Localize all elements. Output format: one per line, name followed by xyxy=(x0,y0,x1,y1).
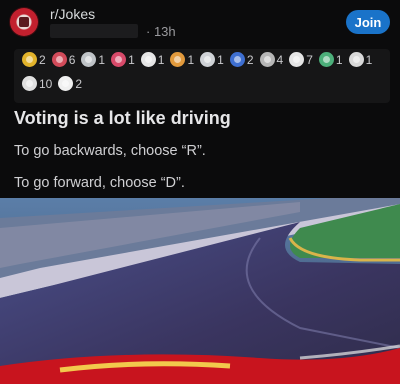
award-item[interactable]: 10 xyxy=(22,76,52,91)
award-count: 4 xyxy=(276,52,284,67)
award-count: 1 xyxy=(128,52,135,67)
face-icon xyxy=(58,76,74,91)
post-image[interactable] xyxy=(0,198,400,384)
gold-medal-icon xyxy=(22,52,37,67)
post-body-line: To go forward, choose “D”. xyxy=(14,175,185,191)
award-count: 10 xyxy=(39,76,53,91)
rocket-icon xyxy=(318,52,334,67)
subreddit-avatar-icon[interactable] xyxy=(10,8,38,36)
subreddit-name[interactable]: r/Jokes xyxy=(50,6,95,22)
award-item[interactable]: 1 xyxy=(81,52,105,67)
award-item[interactable]: 2 xyxy=(229,52,254,67)
join-button[interactable]: Join xyxy=(346,10,390,34)
award-item[interactable]: 1 xyxy=(111,52,135,67)
award-count: 1 xyxy=(217,52,224,67)
handshake-icon xyxy=(259,52,275,67)
snoo-icon xyxy=(140,52,156,67)
post-header: r/Jokes · 13h Join xyxy=(0,0,400,44)
award-item[interactable]: 2 xyxy=(22,52,46,67)
award-item[interactable]: 1 xyxy=(170,52,194,67)
award-count: 2 xyxy=(39,52,46,67)
award-count: 7 xyxy=(306,52,313,67)
laughing-icon xyxy=(170,52,186,67)
wholesome-icon xyxy=(51,52,67,67)
heart-icon xyxy=(111,52,127,67)
awards-row: 10 2 xyxy=(22,76,88,91)
award-count: 1 xyxy=(98,52,106,67)
wink-icon xyxy=(289,52,305,67)
party-icon xyxy=(200,52,216,67)
post-title[interactable]: Voting is a lot like driving xyxy=(14,108,231,129)
award-count: 1 xyxy=(187,52,195,67)
award-item[interactable]: 4 xyxy=(259,52,284,67)
flag-icon xyxy=(229,52,245,67)
award-count: 1 xyxy=(335,52,343,67)
post-age: · 13h xyxy=(146,24,176,39)
helpful-icon xyxy=(81,52,97,67)
awards-bar[interactable]: 261111124711 10 2 xyxy=(14,49,390,103)
awards-row: 2 6 1 1 1 1 1 2 4 7 1 1 xyxy=(22,52,378,67)
award-count: 1 xyxy=(157,52,165,67)
silver-icon xyxy=(22,76,37,91)
award-item[interactable]: 1 xyxy=(200,52,224,67)
unicorn-icon xyxy=(348,52,364,67)
award-count: 6 xyxy=(68,52,76,67)
award-count: 2 xyxy=(75,76,83,91)
award-item[interactable]: 6 xyxy=(51,52,76,67)
award-item[interactable]: 1 xyxy=(348,52,373,67)
award-count: 2 xyxy=(246,52,254,67)
redacted-username xyxy=(50,24,138,38)
award-item[interactable]: 7 xyxy=(289,52,313,67)
post-body-line: To go backwards, choose “R”. xyxy=(14,143,206,159)
award-item[interactable]: 2 xyxy=(58,76,82,91)
award-item[interactable]: 1 xyxy=(140,52,165,67)
award-count: 1 xyxy=(365,52,373,67)
award-item[interactable]: 1 xyxy=(318,52,343,67)
